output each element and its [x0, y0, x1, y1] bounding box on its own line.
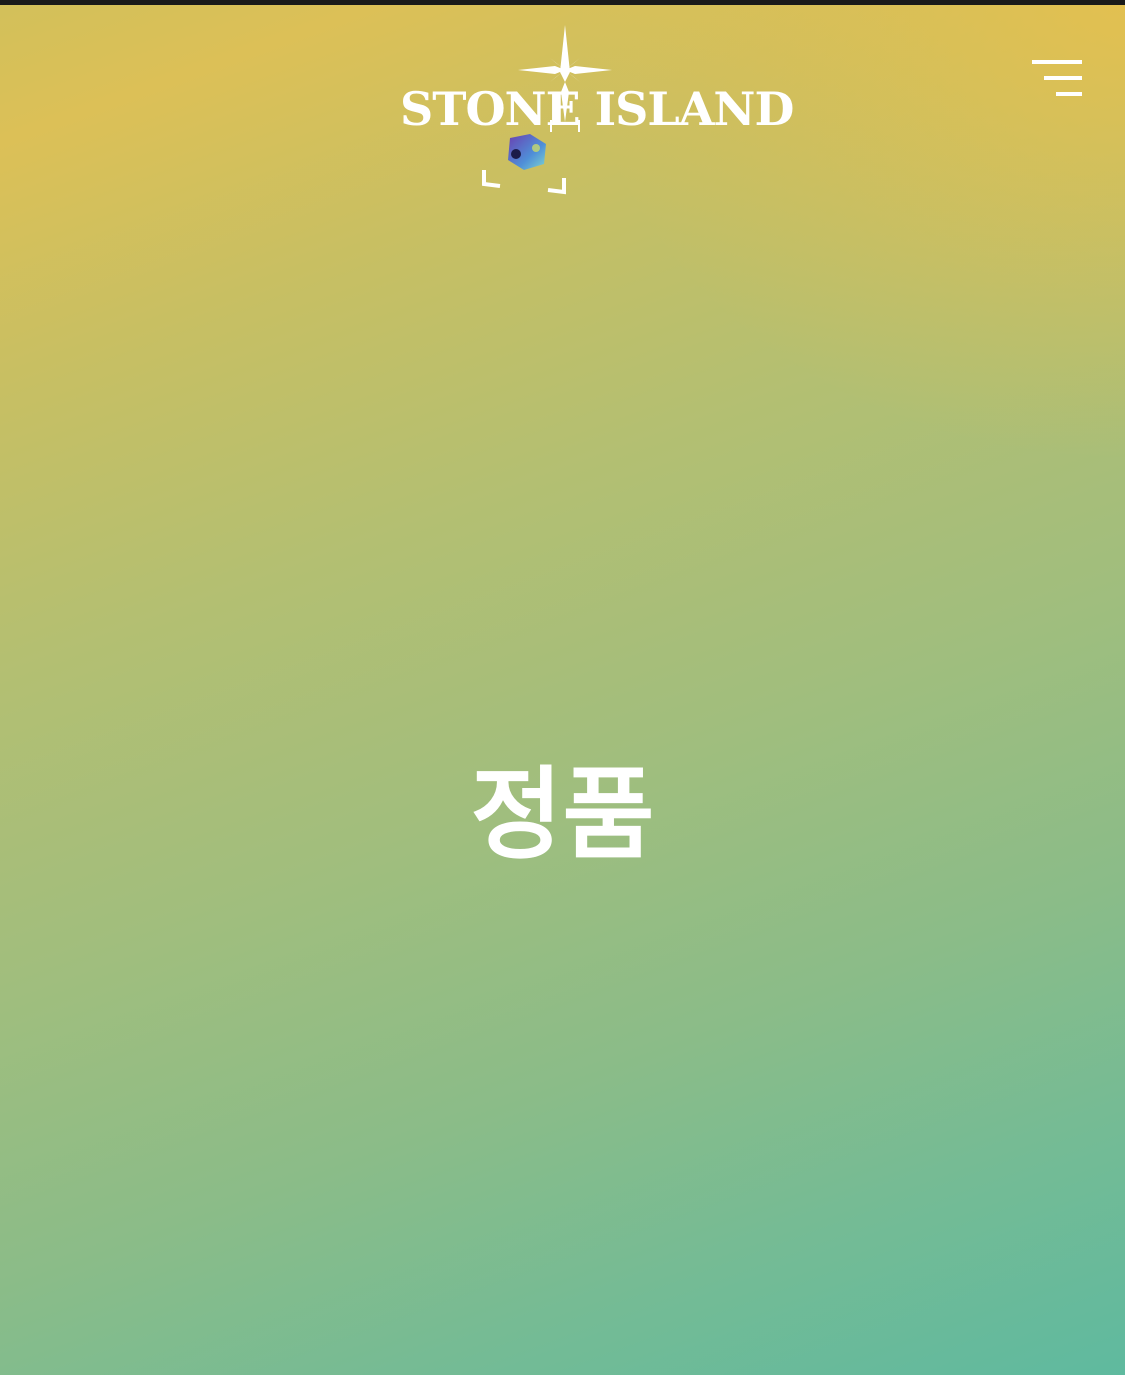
page-background: STONE ISLAND 정품: [0, 0, 1125, 1375]
page-title: 정품: [470, 756, 655, 873]
ar-scan-icon[interactable]: [478, 130, 570, 200]
hamburger-menu-icon: [1032, 60, 1082, 96]
menu-button[interactable]: [1024, 52, 1090, 102]
brand-wordmark: STONE ISLAND: [400, 82, 794, 136]
status-bar: [0, 0, 1125, 5]
